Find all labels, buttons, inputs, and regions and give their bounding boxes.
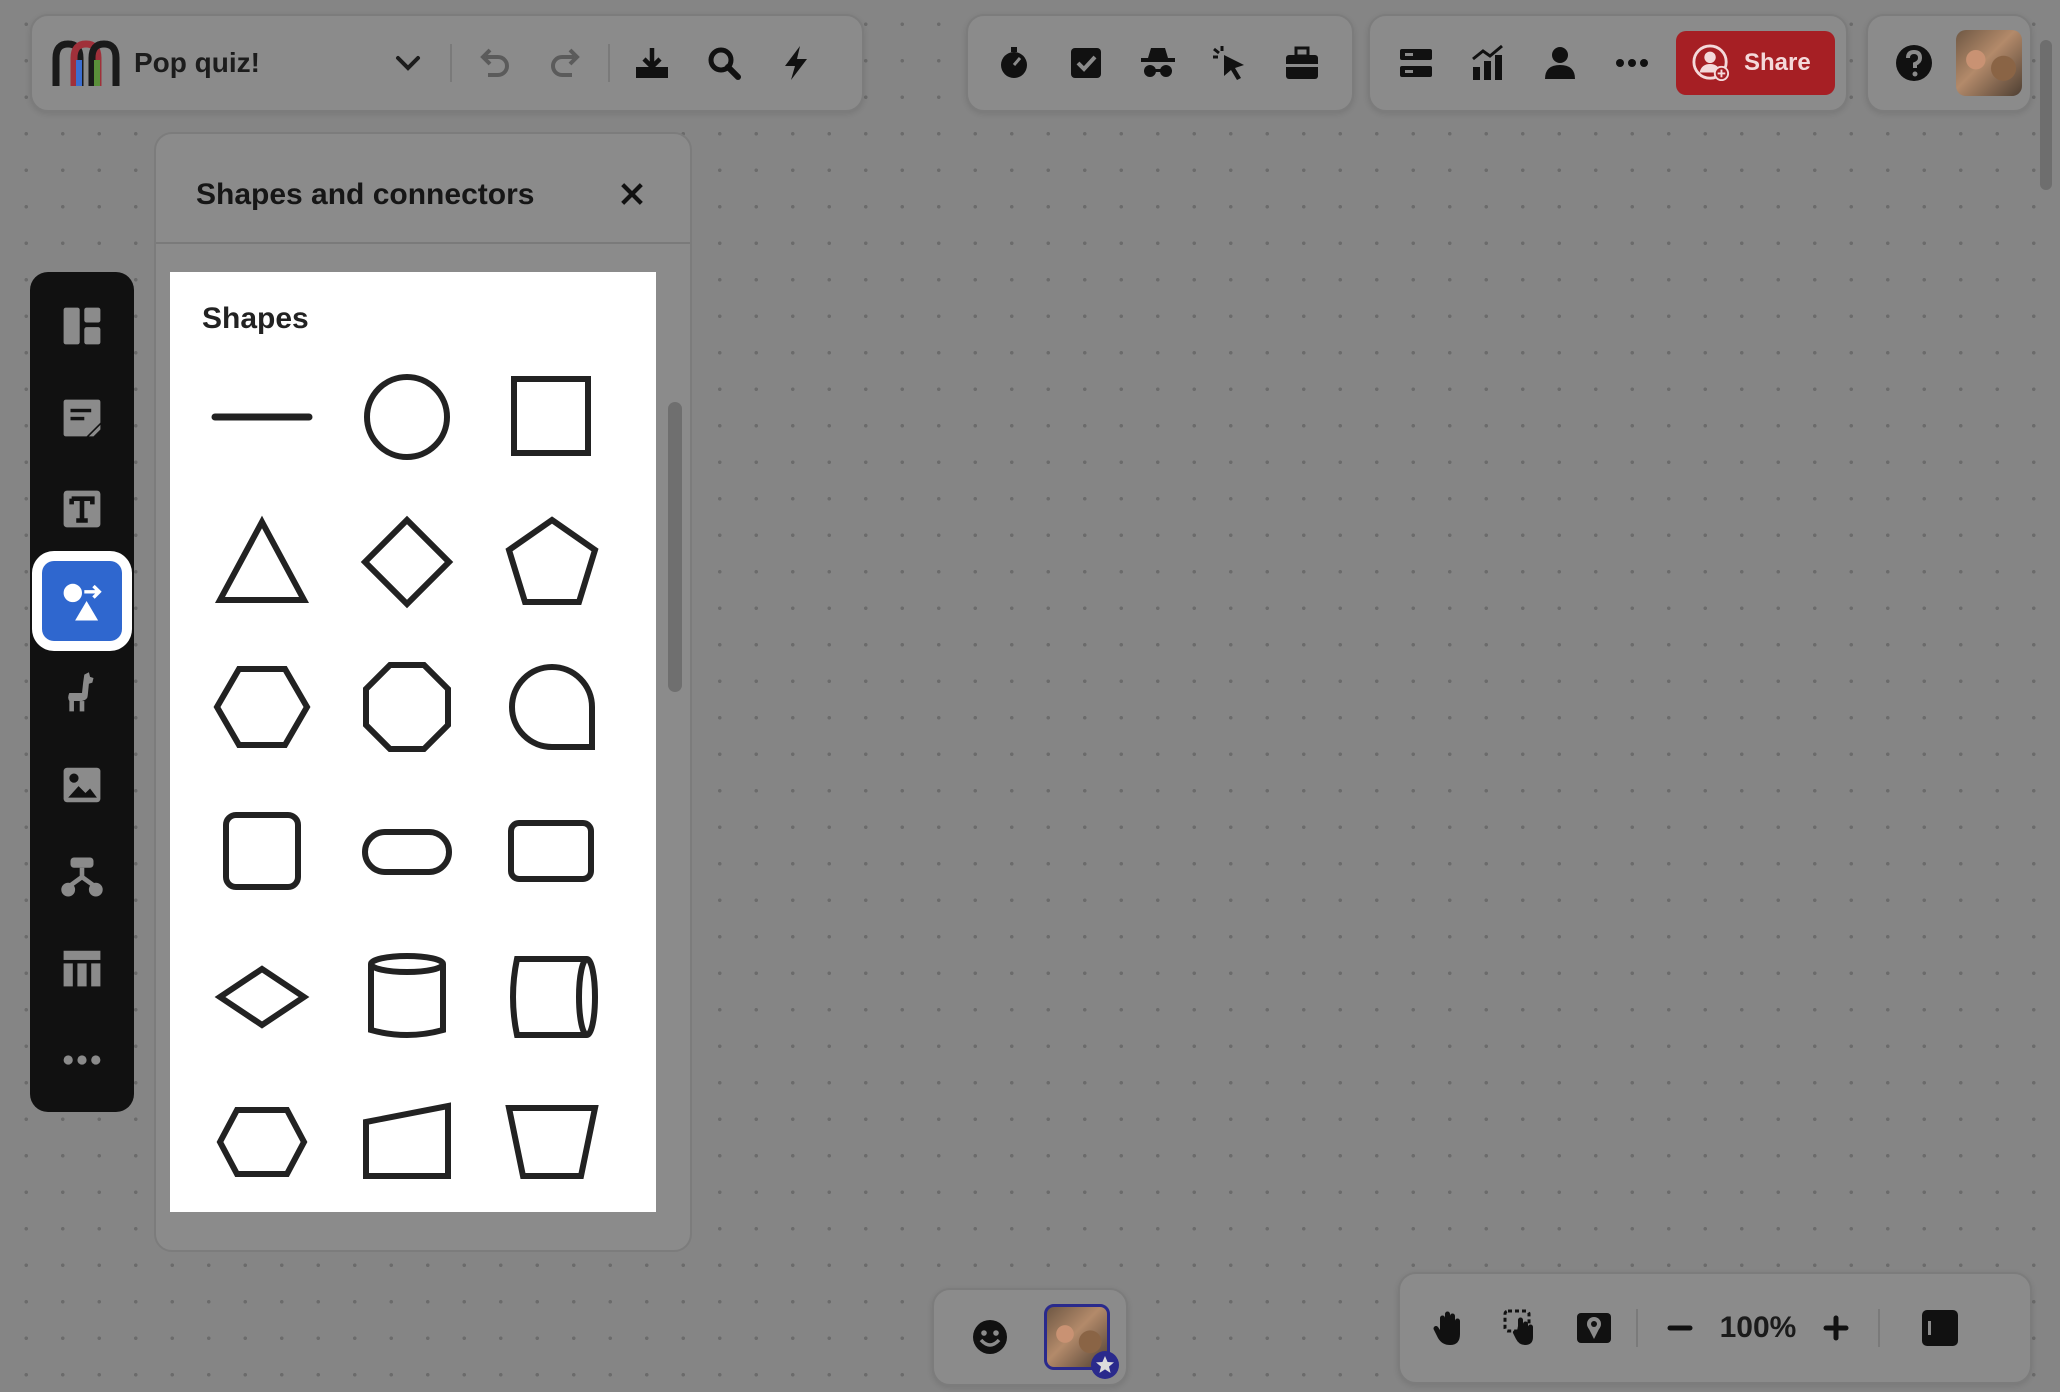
window-scrollbar[interactable] (2040, 40, 2052, 190)
left-toolbar (30, 272, 134, 1112)
toolbar-divider (1636, 1309, 1638, 1347)
add-user-icon (1692, 44, 1730, 82)
toolbar-divider (607, 44, 610, 82)
shape-horizontal-cylinder[interactable] (492, 942, 612, 1052)
logo-icon[interactable] (50, 35, 120, 91)
image-icon[interactable] (42, 745, 122, 825)
panel-title: Shapes and connectors (196, 178, 535, 211)
shapes-card: Shapes (170, 272, 656, 1212)
collab-toolbar (966, 14, 1354, 112)
shape-speech-bubble[interactable] (492, 652, 612, 762)
more-icon[interactable] (1604, 35, 1660, 91)
chart-icon[interactable] (1460, 35, 1516, 91)
undo-icon[interactable] (466, 35, 522, 91)
shape-triangle[interactable] (202, 507, 322, 617)
shape-trapezoid[interactable] (492, 1087, 612, 1197)
account-toolbar (1866, 14, 2032, 112)
shape-slanted-quadrilateral[interactable] (347, 1087, 467, 1197)
toolbox-icon[interactable] (1274, 35, 1330, 91)
avatar-wrapper (1044, 1304, 1119, 1379)
share-label: Share (1744, 49, 1811, 76)
toolbar-divider (449, 44, 452, 82)
shape-rounded-rectangle[interactable] (492, 797, 612, 907)
board-title[interactable]: Pop quiz! (134, 47, 260, 79)
main-toolbar: Pop quiz! (30, 14, 864, 112)
shape-rounded-square[interactable] (202, 797, 322, 907)
star-badge-icon (1091, 1351, 1119, 1379)
person-icon[interactable] (1532, 35, 1588, 91)
section-title: Shapes (202, 302, 309, 335)
view-toolbar: Share (1368, 14, 1848, 112)
close-icon[interactable] (612, 174, 652, 214)
panel-scrollbar[interactable] (668, 402, 682, 692)
toolbar-divider (1878, 1309, 1880, 1347)
download-icon[interactable] (624, 35, 680, 91)
zoom-in-icon[interactable] (1808, 1300, 1864, 1356)
panel-toggle-icon[interactable] (1912, 1300, 1968, 1356)
shape-line[interactable] (202, 362, 322, 472)
reactions-toolbar (932, 1288, 1128, 1386)
select-hand-icon[interactable] (1494, 1300, 1550, 1356)
panel-divider (156, 242, 690, 244)
templates-icon[interactable] (42, 286, 122, 366)
redo-icon[interactable] (538, 35, 594, 91)
vote-icon[interactable] (1058, 35, 1114, 91)
navigation-toolbar: 100% (1398, 1272, 2032, 1384)
shape-rhombus[interactable] (202, 942, 322, 1052)
shape-circle[interactable] (347, 362, 467, 472)
chevron-down-icon[interactable] (380, 35, 436, 91)
zoom-out-icon[interactable] (1652, 1300, 1708, 1356)
timer-icon[interactable] (986, 35, 1042, 91)
map-icon[interactable] (1566, 1300, 1622, 1356)
hand-icon[interactable] (1422, 1300, 1478, 1356)
private-mode-icon[interactable] (1130, 35, 1186, 91)
shape-flat-hexagon[interactable] (202, 1087, 322, 1197)
shape-cylinder[interactable] (347, 942, 467, 1052)
shape-pentagon[interactable] (492, 507, 612, 617)
zoom-level[interactable]: 100% (1708, 1311, 1808, 1345)
emoji-icon[interactable] (962, 1309, 1018, 1365)
help-icon[interactable] (1886, 35, 1942, 91)
share-button[interactable]: Share (1676, 31, 1835, 95)
search-icon[interactable] (696, 35, 752, 91)
more-icon[interactable] (42, 1020, 122, 1100)
text-icon[interactable] (42, 470, 122, 550)
shape-pill[interactable] (347, 797, 467, 907)
lightning-icon[interactable] (768, 35, 824, 91)
user-avatar[interactable] (1956, 30, 2022, 96)
shape-square[interactable] (492, 362, 612, 472)
llama-icon[interactable] (42, 653, 122, 733)
cursor-icon[interactable] (1202, 35, 1258, 91)
shapes-panel: Shapes and connectors Shapes (154, 132, 692, 1252)
sticky-note-icon[interactable] (42, 378, 122, 458)
shape-diamond[interactable] (347, 507, 467, 617)
shape-hexagon[interactable] (202, 652, 322, 762)
shape-octagon[interactable] (347, 652, 467, 762)
table-icon[interactable] (42, 928, 122, 1008)
shapes-icon[interactable] (42, 561, 122, 642)
diagram-icon[interactable] (42, 837, 122, 917)
layout-icon[interactable] (1388, 35, 1444, 91)
